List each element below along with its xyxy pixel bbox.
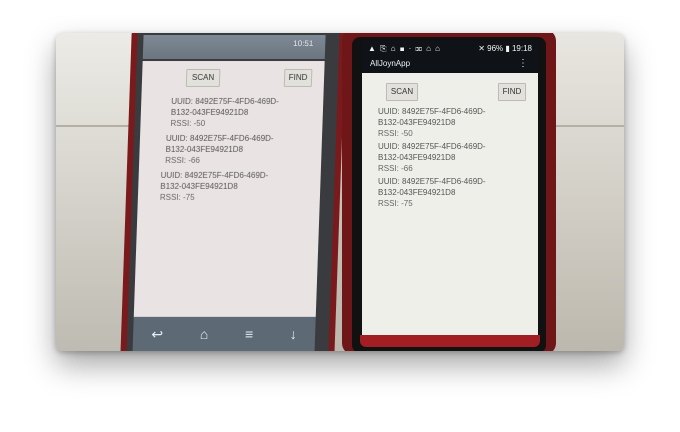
left-entry-1-uuid-line2: B132-043FE94921D8 xyxy=(170,108,249,117)
right-entry-3-uuid-line2: B132-043FE94921D8 xyxy=(378,188,456,197)
right-entry-1-uuid-line2: B132-043FE94921D8 xyxy=(378,118,456,127)
right-entry-3-uuid-line1: UUID: 8492E75F-4FD6-469D- xyxy=(378,177,486,186)
right-app-bar: AllJoynApp ⋮ xyxy=(362,57,538,73)
left-entry-2-rssi: RSSI: -66 xyxy=(165,156,201,165)
right-phone-bottom-edge xyxy=(360,335,540,347)
right-status-time: ✕ 96% ▮ 19:18 xyxy=(478,44,532,53)
left-find-button[interactable]: FIND xyxy=(283,69,313,87)
right-entry-2-rssi: RSSI: -66 xyxy=(378,164,413,173)
right-entry-2-uuid-line2: B132-043FE94921D8 xyxy=(378,153,456,162)
left-status-time: 10:51 xyxy=(293,39,314,48)
left-entry-3-uuid-line1: UUID: 8492E75F-4FD6-469D- xyxy=(160,171,269,180)
overflow-menu-icon[interactable]: ⋮ xyxy=(518,58,528,69)
right-entry-3-rssi: RSSI: -75 xyxy=(378,199,413,208)
left-entry-1-rssi: RSSI: -50 xyxy=(170,119,206,128)
right-status-bar: ▲ ⎘ ⌂ ◼ · ⌧ ⌂ ⌂ ✕ 96% ▮ 19:18 xyxy=(362,41,538,57)
left-nav-bar: ↩ ⌂ ≡ ↓ xyxy=(132,317,316,351)
right-find-button[interactable]: FIND xyxy=(498,83,526,101)
right-app-title: AllJoynApp xyxy=(370,59,411,68)
photo: 10:51 SCAN FIND UUID: 8492E75F-4FD6-469D… xyxy=(56,33,624,351)
left-entry-2-uuid-line2: B132-043FE94921D8 xyxy=(165,145,244,154)
left-entry-3-uuid-line2: B132-043FE94921D8 xyxy=(160,182,238,191)
right-phone: ▲ ⎘ ⌂ ◼ · ⌧ ⌂ ⌂ ✕ 96% ▮ 19:18 AllJoynApp… xyxy=(342,33,556,351)
right-entry-1-uuid-line1: UUID: 8492E75F-4FD6-469D- xyxy=(378,107,486,116)
left-status-bar: 10:51 xyxy=(142,35,326,59)
down-icon[interactable]: ↓ xyxy=(290,326,298,342)
home-icon[interactable]: ⌂ xyxy=(200,326,209,342)
right-scan-button[interactable]: SCAN xyxy=(386,83,418,101)
left-entry-1-uuid-line1: UUID: 8492E75F-4FD6-469D- xyxy=(171,97,280,106)
left-scan-button[interactable]: SCAN xyxy=(185,69,221,87)
menu-icon[interactable]: ≡ xyxy=(245,326,254,342)
notification-icons: ▲ ⎘ ⌂ ◼ · ⌧ ⌂ ⌂ xyxy=(368,44,441,53)
back-icon[interactable]: ↩ xyxy=(151,326,163,343)
left-phone: 10:51 SCAN FIND UUID: 8492E75F-4FD6-469D… xyxy=(120,33,346,351)
left-entry-2-uuid-line1: UUID: 8492E75F-4FD6-469D- xyxy=(165,134,274,143)
right-entry-1-rssi: RSSI: -50 xyxy=(378,129,413,138)
right-entry-2-uuid-line1: UUID: 8492E75F-4FD6-469D- xyxy=(378,142,486,151)
left-entry-3-rssi: RSSI: -75 xyxy=(159,193,195,202)
left-screen: SCAN FIND UUID: 8492E75F-4FD6-469D- B132… xyxy=(133,61,325,317)
right-screen: SCAN FIND UUID: 8492E75F-4FD6-469D- B132… xyxy=(362,73,538,335)
